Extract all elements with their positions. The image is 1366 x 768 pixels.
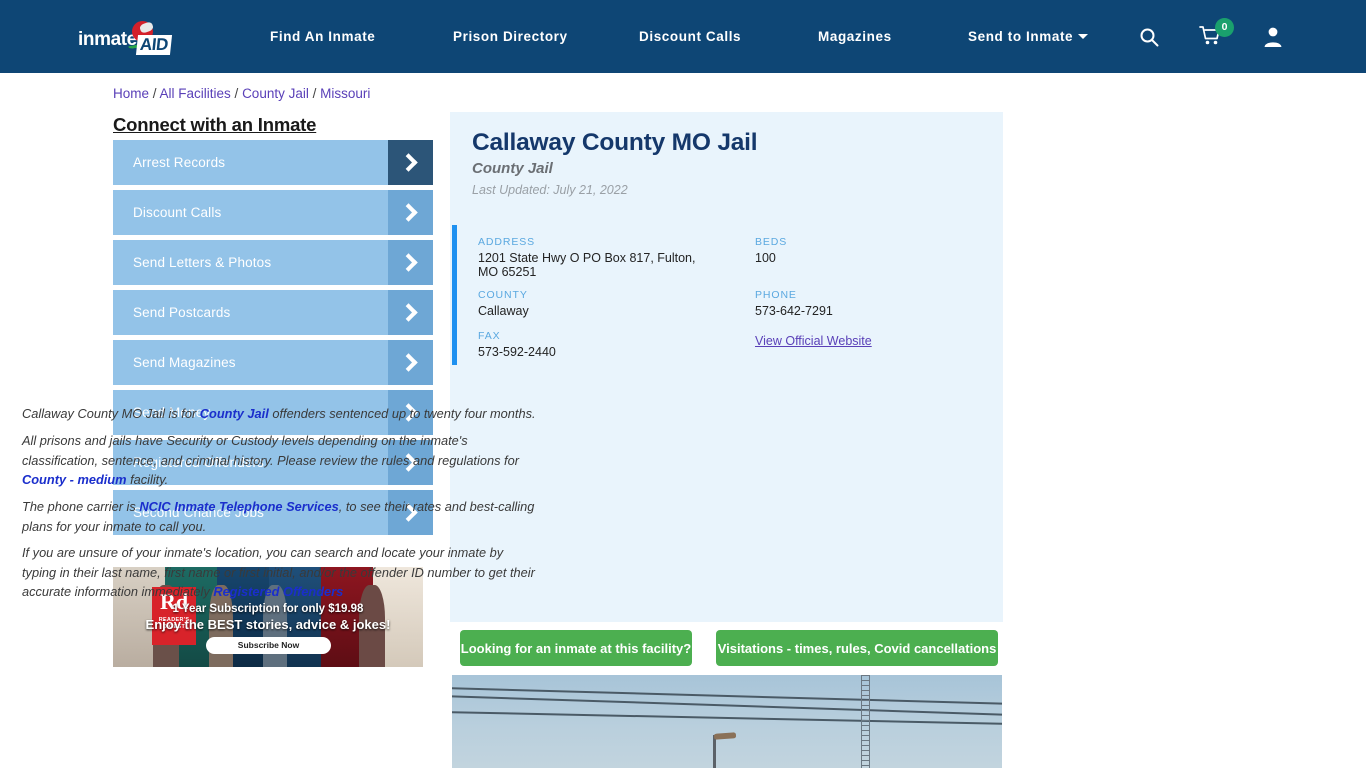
nav-discount-calls[interactable]: Discount Calls [639,29,741,44]
visitations-button[interactable]: Visitations - times, rules, Covid cancel… [716,630,998,666]
nav-send-to-inmate-label: Send to Inmate [968,29,1074,44]
breadcrumb-item-county-jail[interactable]: County Jail [242,86,309,101]
radio-tower [861,675,870,768]
sidebar-item-label: Send Magazines [133,355,236,370]
ad-subheadline: Enjoy the BEST stories, advice & jokes! [145,617,391,632]
facility-description-paragraph-1: Callaway County MO Jail is for County Ja… [22,404,537,424]
para2-pre: All prisons and jails have Security or C… [22,433,519,468]
nav-discount-calls-label: Discount Calls [639,29,742,44]
info-label-address: ADDRESS [478,236,536,248]
info-value-beds: 100 [755,251,776,265]
sidebar-item-label: Send Postcards [133,305,231,320]
info-accent-bar [452,225,457,365]
nav-magazines-label: Magazines [818,29,892,44]
breadcrumb-item-all-facilities[interactable]: All Facilities [160,86,231,101]
link-ncic-inmate-telephone-services[interactable]: NCIC Inmate Telephone Services [139,499,338,514]
nav-send-to-inmate[interactable]: Send to Inmate [968,29,1089,44]
cart-count-badge: 0 [1215,18,1234,37]
nav-prison-directory-label: Prison Directory [453,29,568,44]
power-line [452,711,1002,725]
chevron-right-icon [388,240,433,285]
sidebar-item-label: Discount Calls [133,205,222,220]
street-lamp-head [713,732,737,740]
chevron-right-icon [388,140,433,185]
ad-headline: 1 Year Subscription for only $19.98 [172,603,364,615]
facility-exterior-photo [452,675,1002,768]
user-account-icon[interactable] [1263,26,1283,52]
para3-pre: The phone carrier is [22,499,140,514]
sidebar-item-send-letters-photos[interactable]: Send Letters & Photos [113,240,433,285]
site-header: inmate AID Find An Inmate Prison Directo… [0,0,1366,73]
info-value-county: Callaway [478,304,529,318]
sidebar-heading: Connect with an Inmate [113,114,317,135]
ad-subscribe-button[interactable]: Subscribe Now [206,637,331,654]
info-field-beds: BEDS 100 [755,236,975,265]
facility-type-label: County Jail [472,160,553,177]
page-title: Callaway County MO Jail [472,129,758,156]
site-logo[interactable]: inmate AID [78,21,186,55]
view-official-website-link[interactable]: View Official Website [755,334,872,348]
last-updated-text: Last Updated: July 21, 2022 [472,183,628,197]
link-county-medium[interactable]: County - medium [22,472,127,487]
info-label-beds: BEDS [755,236,788,248]
sidebar-item-send-magazines[interactable]: Send Magazines [113,340,433,385]
sidebar-item-label: Arrest Records [133,155,226,170]
breadcrumb-separator: / [308,86,321,101]
sidebar-item-label: Send Letters & Photos [133,255,272,270]
info-label-phone: PHONE [755,289,797,301]
looking-for-inmate-button[interactable]: Looking for an inmate at this facility? [460,630,692,666]
chevron-right-icon [388,290,433,335]
info-value-phone: 573-642-7291 [755,304,833,318]
link-registered-offenders[interactable]: Registered Offenders [213,584,343,599]
breadcrumb-item-missouri[interactable]: Missouri [320,86,370,101]
breadcrumb-separator: / [149,86,160,101]
info-label-fax: FAX [478,330,501,342]
info-field-address: ADDRESS 1201 State Hwy O PO Box 817, Ful… [478,236,708,279]
sidebar-item-discount-calls[interactable]: Discount Calls [113,190,433,235]
info-label-county: COUNTY [478,289,528,301]
chevron-down-icon [1078,34,1089,39]
sidebar-item-send-postcards[interactable]: Send Postcards [113,290,433,335]
breadcrumb-item-home[interactable]: Home [113,86,149,101]
info-field-phone: PHONE 573-642-7291 [755,289,975,318]
logo-aid-badge: AID [135,35,172,55]
breadcrumb-separator: / [230,86,243,101]
nav-magazines[interactable]: Magazines [818,29,892,44]
chevron-right-icon [388,340,433,385]
info-field-county: COUNTY Callaway [478,289,708,318]
info-value-fax: 573-592-2440 [478,345,556,359]
info-value-address: 1201 State Hwy O PO Box 817, Fulton, MO … [478,251,696,279]
para1-pre: Callaway County MO Jail is for [22,406,200,421]
para1-post: offenders sentenced up to twenty four mo… [268,406,536,421]
facility-description-paragraph-2: All prisons and jails have Security or C… [22,431,537,490]
nav-find-an-inmate-label: Find An Inmate [270,29,376,44]
breadcrumb: Home / All Facilities / County Jail / Mi… [113,86,370,101]
nav-find-an-inmate[interactable]: Find An Inmate [270,29,375,44]
nav-prison-directory[interactable]: Prison Directory [453,29,568,44]
facility-description-paragraph-4: If you are unsure of your inmate's locat… [22,543,537,602]
search-icon[interactable] [1139,27,1159,52]
chevron-right-icon [388,190,433,235]
power-line [452,687,1002,705]
link-county-jail[interactable]: County Jail [200,406,269,421]
shopping-cart-icon[interactable]: 0 [1199,18,1234,53]
info-field-fax: FAX 573-592-2440 [478,330,708,359]
para2-post: facility. [126,472,169,487]
street-lamp-pole [713,735,716,768]
facility-description-paragraph-3: The phone carrier is NCIC Inmate Telepho… [22,497,537,536]
sidebar-item-arrest-records[interactable]: Arrest Records [113,140,433,185]
